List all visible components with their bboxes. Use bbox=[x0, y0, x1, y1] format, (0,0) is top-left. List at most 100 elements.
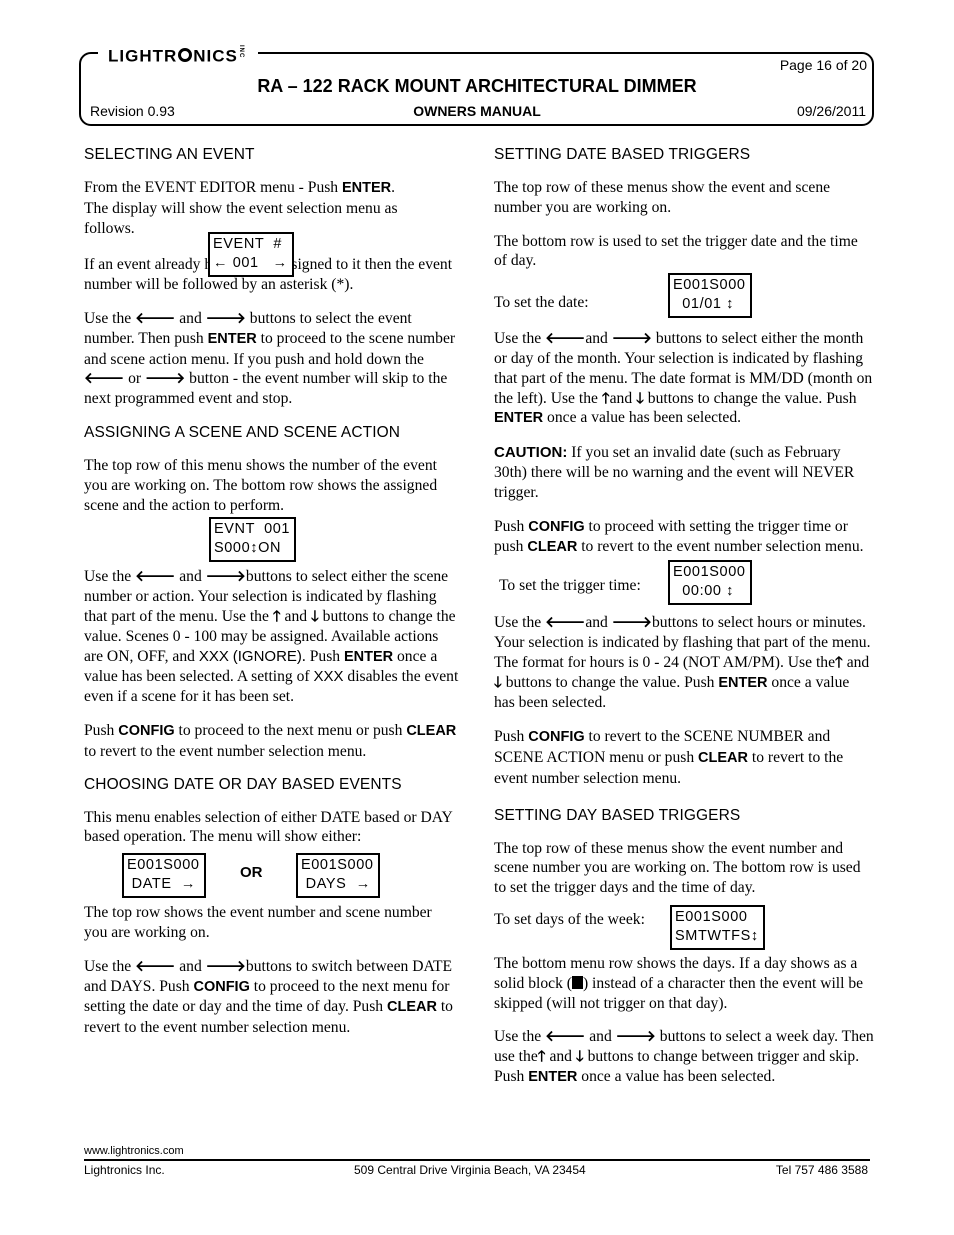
paragraph: The top row of these menus show the even… bbox=[494, 178, 874, 218]
text-span: and bbox=[175, 568, 206, 586]
text-span: Use the bbox=[84, 568, 136, 586]
paragraph: The top row shows the event number and s… bbox=[84, 903, 459, 943]
text-span: SMTWTFS↕ bbox=[675, 927, 759, 944]
document-title: RA – 122 RACK MOUNT ARCHITECTURAL DIMMER bbox=[257, 76, 697, 96]
text-span: XXX bbox=[313, 668, 344, 686]
text-span: CONFIG bbox=[193, 978, 250, 995]
text-span: CONFIG bbox=[118, 722, 175, 739]
text-span: ENTER bbox=[494, 410, 544, 427]
paragraph: Push CONFIG to revert to the SCENE NUMBE… bbox=[494, 727, 874, 788]
down-arrow-icon: 🡓 bbox=[310, 606, 319, 625]
down-arrow-icon: 🡓 bbox=[575, 1047, 584, 1066]
lcd-display: E001S000 SMTWTFS↕ bbox=[670, 904, 765, 950]
text-span: E001S000 bbox=[301, 857, 374, 874]
paragraph: The top row of these menus show the even… bbox=[494, 839, 874, 898]
left-arrow-icon: 🡐 bbox=[84, 369, 125, 388]
paragraph: Use the 🡐 and 🡒buttons to select either … bbox=[84, 567, 459, 707]
text-span: and bbox=[545, 1048, 576, 1066]
text-span: or bbox=[124, 370, 146, 388]
lcd-row: To set days of the week: E001S000 SMTWTF… bbox=[494, 898, 874, 954]
text-span: once a value has been selected. bbox=[577, 1067, 776, 1085]
right-arrow-icon: 🡒 bbox=[205, 567, 246, 586]
text-span: ENTER bbox=[343, 648, 394, 665]
text-span: DATE → bbox=[127, 876, 196, 893]
text-span: and bbox=[585, 614, 612, 632]
text-span: ENTER bbox=[342, 180, 392, 196]
caution-paragraph: CAUTION: If you set an invalid date (suc… bbox=[494, 443, 874, 502]
text-span: EVENT # bbox=[213, 236, 283, 252]
lcd-row: To set the trigger time: E001S000 00:00 … bbox=[494, 558, 874, 613]
paragraph: Use the 🡐 and 🡒 buttons to select the ev… bbox=[84, 309, 459, 409]
right-arrow-icon: 🡒 bbox=[205, 956, 246, 975]
paragraph: The bottom menu row shows the days. If a… bbox=[494, 954, 874, 1013]
down-arrow-icon: 🡓 bbox=[636, 388, 644, 407]
paragraph: This menu enables selection of either DA… bbox=[84, 808, 459, 848]
text-span: S000↕ON bbox=[214, 540, 282, 557]
solid-block-icon bbox=[571, 975, 583, 989]
text-span: CONFIG bbox=[528, 518, 585, 535]
left-arrow-icon: 🡐 bbox=[135, 956, 176, 975]
up-arrow-icon: 🡑 bbox=[835, 652, 843, 671]
footer-company: Lightronics Inc. bbox=[84, 1163, 165, 1177]
footer-url[interactable]: www.lightronics.com bbox=[84, 1145, 184, 1157]
right-arrow-icon: 🡒 bbox=[615, 1027, 656, 1046]
text-span: and bbox=[609, 389, 637, 407]
text-span: to proceed to the next menu or push bbox=[174, 721, 407, 739]
text-span: and bbox=[585, 330, 612, 348]
right-arrow-icon: 🡒 bbox=[611, 613, 652, 632]
text-span: buttons to change the value. Push bbox=[501, 673, 719, 691]
paragraph: Use the 🡐 and 🡒 buttons to select a week… bbox=[494, 1027, 874, 1087]
text-span: and bbox=[280, 607, 311, 625]
lcd-display: E001S000 00:00 ↕ bbox=[668, 560, 752, 606]
text-span: The display will show the event selectio… bbox=[84, 199, 398, 217]
text-span: Use the bbox=[84, 309, 136, 327]
text-span: CONFIG bbox=[528, 729, 585, 746]
paragraph: Use the 🡐and 🡒 buttons to select either … bbox=[494, 329, 874, 429]
text-span: ENTER bbox=[207, 330, 257, 347]
text-span: ENTER bbox=[528, 1068, 578, 1085]
text-span: buttons to change the value. Push bbox=[643, 389, 857, 407]
text-span: ← 001 → bbox=[213, 255, 288, 271]
right-arrow-icon: 🡒 bbox=[145, 369, 186, 388]
paragraph: From the EVENT EDITOR menu - Push ENTER.… bbox=[84, 178, 459, 238]
page-number: Page 16 of 20 bbox=[779, 57, 867, 73]
text-span: and bbox=[175, 309, 206, 327]
label: To set the trigger time: bbox=[499, 577, 641, 595]
text-span: to revert to the event number selection … bbox=[84, 742, 367, 760]
text-span: DAYS → bbox=[301, 876, 371, 893]
footer-address: 509 Central Drive Virginia Beach, VA 234… bbox=[354, 1163, 586, 1177]
paragraph: Use the 🡐and 🡒buttons to select hours or… bbox=[494, 613, 874, 713]
text-span: CAUTION: bbox=[494, 444, 568, 462]
text-span: 01/01 ↕ bbox=[673, 296, 735, 313]
text-span: XXX bbox=[198, 647, 229, 665]
lcd-wrap: E001S000 DATE → OR E001S000 DAYS → bbox=[84, 847, 459, 903]
text-span: E001S000 bbox=[673, 564, 746, 581]
text-span: . Push bbox=[301, 647, 344, 665]
left-arrow-icon: 🡐 bbox=[545, 613, 586, 632]
text-span: 00:00 ↕ bbox=[673, 583, 735, 600]
section-heading: SETTING DAY BASED TRIGGERS bbox=[494, 806, 741, 824]
paragraph: Use the 🡐 and 🡒buttons to switch between… bbox=[84, 957, 459, 1038]
lcd-wrap: EVNT 001 S000↕ON bbox=[84, 515, 459, 567]
lcd-display: EVNT 001 S000↕ON bbox=[209, 517, 297, 563]
text-span: and bbox=[175, 957, 206, 975]
text-span: ENTER bbox=[718, 674, 768, 691]
text-span: and bbox=[585, 1028, 616, 1046]
logo-text: LIGHTR bbox=[108, 46, 178, 66]
text-span: CLEAR bbox=[698, 749, 748, 766]
text-span: E001S000 bbox=[127, 857, 200, 874]
text-span: This menu enables selection of either DA… bbox=[84, 808, 453, 846]
text-span: The top row of these menus show the even… bbox=[494, 179, 831, 216]
text-span: Push bbox=[84, 721, 119, 739]
left-arrow-icon: 🡐 bbox=[135, 308, 176, 327]
text-span: E001S000 bbox=[675, 908, 748, 925]
left-arrow-icon: 🡐 bbox=[545, 329, 586, 348]
left-arrow-icon: 🡐 bbox=[135, 567, 176, 586]
up-arrow-icon: 🡑 bbox=[601, 388, 610, 407]
lcd-display-days: E001S000 DAYS → bbox=[296, 853, 380, 899]
text-span: once a value has been selected. bbox=[543, 409, 742, 427]
lcd-display: E001S000 01/01 ↕ bbox=[668, 273, 752, 319]
text-span: CLEAR bbox=[387, 999, 437, 1016]
text-span: follows. bbox=[84, 219, 135, 237]
text-span: and bbox=[842, 653, 870, 671]
